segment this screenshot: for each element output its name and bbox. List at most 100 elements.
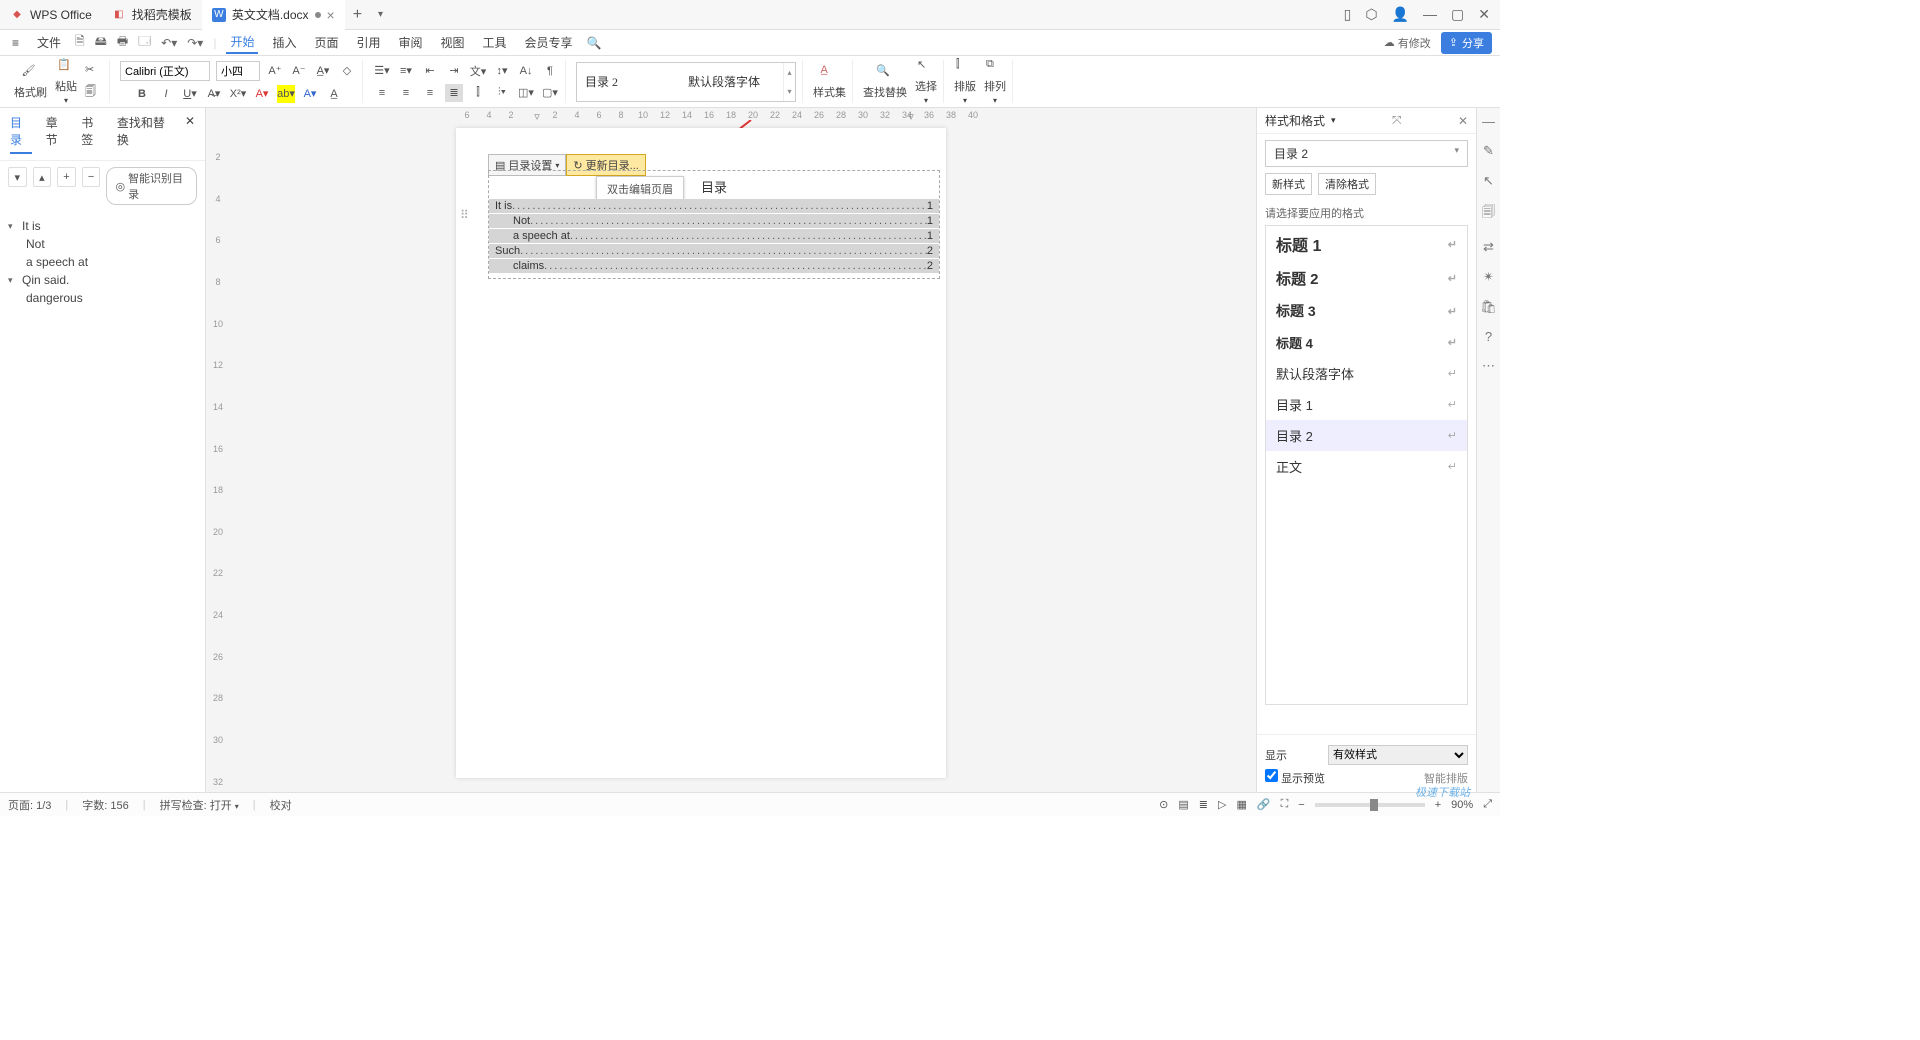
fullscreen-icon[interactable]: ⤢ bbox=[1483, 798, 1492, 811]
align-dist-button[interactable]: ⫿ bbox=[469, 84, 487, 102]
border-button[interactable]: ▢▾ bbox=[541, 84, 559, 102]
menu-ref[interactable]: 引用 bbox=[352, 32, 384, 53]
minimize-button[interactable]: — bbox=[1423, 6, 1437, 23]
format-brush-button[interactable]: 🖌格式刷 bbox=[14, 64, 47, 100]
redo-icon[interactable]: ↷▾ bbox=[187, 36, 203, 50]
align-center-button[interactable]: ≡ bbox=[397, 84, 415, 102]
left-tab-bookmark[interactable]: 书签 bbox=[81, 114, 103, 154]
outline-child[interactable]: dangerous bbox=[26, 289, 197, 307]
style-scroll[interactable]: ▴▾ bbox=[783, 63, 795, 101]
tab-menu-button[interactable]: ▾ bbox=[370, 9, 391, 20]
share-button[interactable]: ⇪分享 bbox=[1441, 32, 1492, 54]
font-select[interactable] bbox=[120, 61, 210, 81]
close-window-button[interactable]: ✕ bbox=[1478, 6, 1490, 23]
outline-view-icon[interactable]: ≣ bbox=[1199, 798, 1208, 811]
toc-line[interactable]: It is ..................................… bbox=[489, 199, 939, 213]
style-item[interactable]: 目录 1↵ bbox=[1266, 389, 1467, 420]
bullets-button[interactable]: ☰▾ bbox=[373, 62, 391, 80]
panel-close-button[interactable]: ✕ bbox=[1458, 114, 1468, 128]
find-replace-button[interactable]: 🔍查找替换 bbox=[863, 64, 907, 100]
tab-app[interactable]: ◆ WPS Office bbox=[0, 0, 102, 30]
status-words[interactable]: 字数: 156 bbox=[82, 797, 128, 813]
paste-button[interactable]: 📋粘贴▾ bbox=[55, 58, 77, 105]
menu-home[interactable]: 开始 bbox=[226, 31, 258, 54]
bag-icon[interactable]: 🛍 bbox=[1480, 299, 1497, 315]
preview-icon[interactable]: 🗔 bbox=[138, 32, 151, 53]
save-icon[interactable]: 🗎 bbox=[75, 32, 85, 53]
plus-button[interactable]: + bbox=[57, 167, 76, 187]
outdent-button[interactable]: ⇤ bbox=[421, 62, 439, 80]
status-proof[interactable]: 校对 bbox=[270, 797, 292, 813]
style-item[interactable]: 标题 3↵ bbox=[1266, 295, 1467, 327]
tab-add-button[interactable]: + bbox=[345, 6, 370, 24]
undo-icon[interactable]: ↶▾ bbox=[161, 36, 177, 50]
drag-handle-icon[interactable]: ⠿ bbox=[460, 208, 469, 222]
outline-node[interactable]: ▾Qin said. bbox=[8, 271, 197, 289]
align-left-button[interactable]: ≡ bbox=[373, 84, 391, 102]
layout-button[interactable]: ⫿排版▾ bbox=[954, 58, 976, 105]
tab-template[interactable]: ◧ 找稻壳模板 bbox=[102, 0, 202, 30]
shading-button[interactable]: A̲ bbox=[325, 85, 343, 103]
strike-button[interactable]: A̶▾ bbox=[205, 85, 223, 103]
superscript-button[interactable]: X²▾ bbox=[229, 85, 247, 103]
search-icon[interactable]: 🔍 bbox=[587, 36, 602, 50]
left-close-button[interactable]: ✕ bbox=[185, 114, 195, 154]
web-layout-icon[interactable]: ▦ bbox=[1236, 798, 1246, 811]
minus-button[interactable]: − bbox=[82, 167, 101, 187]
expand-button[interactable]: ▾ bbox=[8, 167, 27, 187]
outline-node[interactable]: ▾It is bbox=[8, 217, 197, 235]
indent-marker-icon[interactable]: ▿ bbox=[526, 110, 548, 123]
zoom-fit-icon[interactable]: ⛶ bbox=[1281, 798, 1289, 811]
toc-line[interactable]: a speech at ............................… bbox=[489, 229, 939, 243]
cut-button[interactable]: ✂🗐 bbox=[85, 63, 103, 101]
status-page[interactable]: 页面: 1/3 bbox=[8, 797, 51, 813]
select-tool-icon[interactable]: ↖ bbox=[1483, 173, 1494, 189]
pin-icon[interactable]: ⤧ bbox=[1392, 113, 1402, 128]
zoom-value[interactable]: 90% bbox=[1451, 799, 1473, 811]
collapse-rail-button[interactable]: — bbox=[1482, 114, 1495, 129]
paraspacing-button[interactable]: ⫶▾ bbox=[493, 84, 511, 102]
textcolor2-button[interactable]: A▾ bbox=[301, 85, 319, 103]
zoom-in-button[interactable]: + bbox=[1435, 799, 1441, 811]
style-item[interactable]: 标题 2↵ bbox=[1266, 262, 1467, 295]
left-tab-chapter[interactable]: 章节 bbox=[46, 114, 68, 154]
bold-button[interactable]: B bbox=[133, 85, 151, 103]
tab-document[interactable]: W 英文文档.docx × bbox=[202, 0, 345, 30]
left-tab-toc[interactable]: 目录 bbox=[10, 114, 32, 154]
box-icon[interactable]: ⬡ bbox=[1365, 6, 1377, 23]
menu-insert[interactable]: 插入 bbox=[268, 32, 300, 53]
fill-button[interactable]: ◫▾ bbox=[517, 84, 535, 102]
toc-line[interactable]: Not ....................................… bbox=[489, 214, 939, 228]
new-style-button[interactable]: 新样式 bbox=[1265, 173, 1312, 195]
style-gallery[interactable]: 目录 2 默认段落字体 ▴▾ bbox=[576, 62, 796, 102]
outline-child[interactable]: a speech at bbox=[26, 253, 197, 271]
style-item[interactable]: 目录 2↵ bbox=[1266, 420, 1467, 451]
align-right-button[interactable]: ≡ bbox=[421, 84, 439, 102]
shrink-font-icon[interactable]: A⁻ bbox=[290, 62, 308, 80]
menu-vip[interactable]: 会员专享 bbox=[521, 32, 577, 53]
toc-line[interactable]: claims .................................… bbox=[489, 259, 939, 273]
user-icon[interactable]: 👤 bbox=[1392, 6, 1409, 23]
more-icon[interactable]: ⋯ bbox=[1482, 358, 1495, 374]
hamburger-icon[interactable]: ≡ bbox=[8, 34, 23, 52]
read-mode-icon[interactable]: ▷ bbox=[1218, 798, 1226, 811]
style-item[interactable]: 正文↵ bbox=[1266, 451, 1467, 482]
clipboard-rail-icon[interactable]: 🗐 bbox=[1482, 203, 1495, 225]
linespacing-button[interactable]: ↕▾ bbox=[493, 62, 511, 80]
settings-icon[interactable]: ✴ bbox=[1483, 269, 1494, 285]
outline-child[interactable]: Not bbox=[26, 235, 197, 253]
underline-button[interactable]: U▾ bbox=[181, 85, 199, 103]
file-menu[interactable]: 文件 bbox=[33, 32, 65, 53]
size-select[interactable] bbox=[216, 61, 260, 81]
page[interactable]: ▤目录设置▾ ↻更新目录... 双击编辑页眉 ⠿ 目录 It is ......… bbox=[456, 128, 946, 778]
style-item[interactable]: 默认段落字体↵ bbox=[1266, 358, 1467, 389]
align-justify-button[interactable]: ≣ bbox=[445, 84, 463, 102]
clear-format-icon[interactable]: ◇ bbox=[338, 62, 356, 80]
help-icon[interactable]: ? bbox=[1485, 329, 1492, 344]
indent-button[interactable]: ⇥ bbox=[445, 62, 463, 80]
smart-toc-button[interactable]: ◎智能识别目录 bbox=[106, 167, 197, 205]
menu-view[interactable]: 视图 bbox=[437, 32, 469, 53]
swap-icon[interactable]: ⇄ bbox=[1483, 239, 1494, 255]
up-button[interactable]: ▴ bbox=[33, 167, 52, 187]
style-item[interactable]: 标题 1↵ bbox=[1266, 226, 1467, 262]
